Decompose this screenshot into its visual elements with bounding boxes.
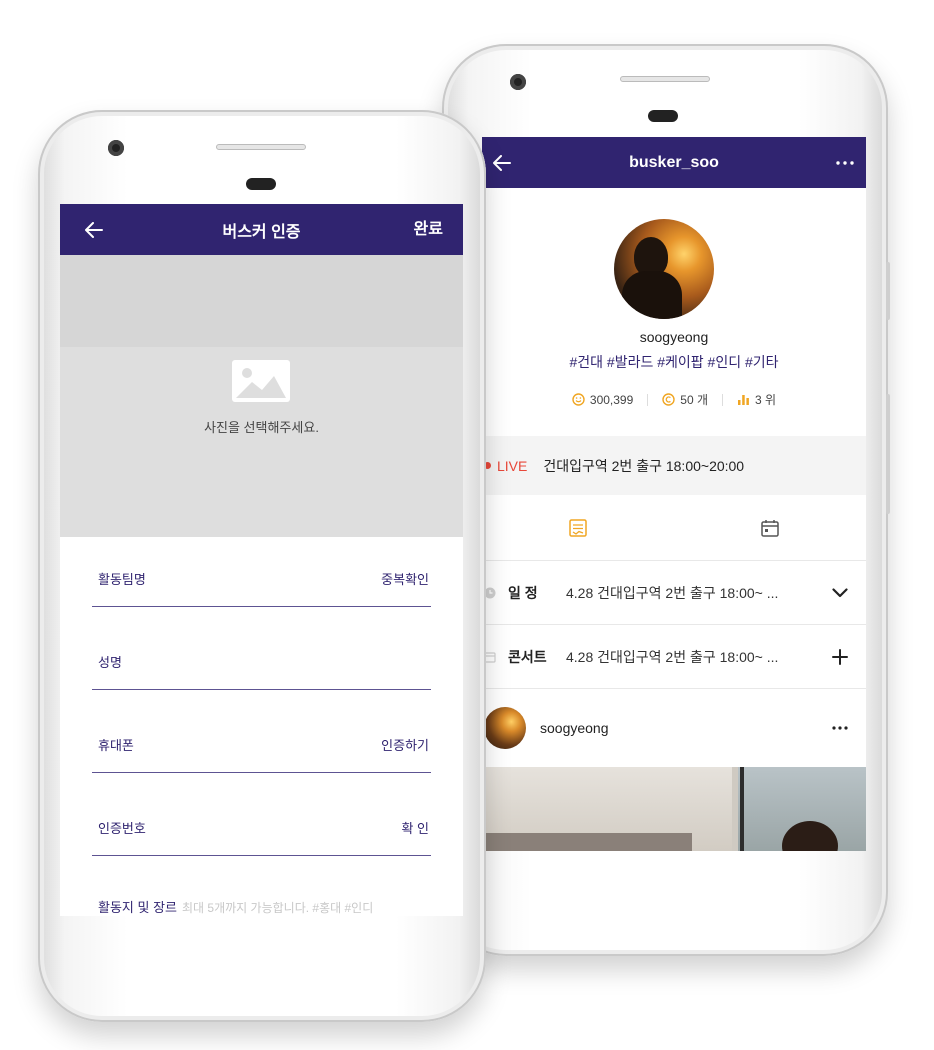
profile-avatar[interactable] [614,219,714,319]
speaker-grille [620,76,710,82]
chevron-down-icon[interactable] [832,561,848,625]
live-info: 건대입구역 2번 출구 18:00~20:00 [543,457,745,474]
stat-divider [722,393,724,406]
rank-stat: 3 위 [737,391,776,408]
coins-stat: 50 개 [662,391,708,408]
post-more-icon[interactable] [832,689,848,767]
tab-calendar[interactable] [674,495,866,560]
phone-label: 휴대폰 [98,738,134,753]
profile-username: soogyeong [639,329,709,345]
profile-title: busker_soo [629,153,719,171]
back-arrow-icon[interactable] [74,204,114,255]
front-camera [510,74,526,90]
earpiece [648,110,678,122]
volume-button [886,262,890,320]
post-header: soogyeong [482,689,866,767]
verification-code-label: 인증번호 [98,821,146,836]
fans-count: 300,399 [589,392,634,407]
verification-code-field[interactable]: 인증번호 확 인 [92,773,431,856]
area-genre-field[interactable]: 활동지 및 장르 최대 5개까지 가능합니다. #홍대 #인디 [92,856,431,916]
feed-icon [569,518,587,537]
right-phone: busker_soo soogyeong #건대 #발라드 #케이팝 #인디 #… [442,44,890,956]
auth-title: 버스커 인증 [222,223,301,241]
fans-stat: 300,399 [572,393,633,407]
rank-value: 3 위 [755,393,777,407]
photo-picker[interactable]: 사진을 선택해주세요. [60,255,463,537]
confirm-button[interactable]: 확 인 [401,818,429,837]
profile-tags: #건대 #발라드 #케이팝 #인디 #기타 [569,354,779,370]
post-photo[interactable] [482,767,866,851]
phone-field[interactable]: 휴대폰 인증하기 [92,690,431,773]
verify-request-button[interactable]: 인증하기 [381,735,429,754]
profile-tabs [482,495,866,561]
profile-section: soogyeong #건대 #발라드 #케이팝 #인디 #기타 300,399 … [482,188,866,436]
calendar-icon [761,519,779,537]
post-author-name[interactable]: soogyeong [540,720,609,736]
profile-stats: 300,399 50 개 3 위 [482,391,866,408]
schedule-row[interactable]: 일 정 4.28 건대입구역 2번 출구 18:00~ ... [482,561,866,625]
coin-icon [662,393,675,406]
live-label: LIVE [497,457,528,474]
earpiece [246,178,276,190]
back-arrow-icon[interactable] [482,137,522,188]
speaker-grille [216,144,306,150]
left-phone: 버스커 인증 완료 사진을 선택해주세요. 활동팀명 중복확인 성명 휴대폰 인… [38,110,486,1022]
name-label: 성명 [98,655,122,670]
duplicate-check-button[interactable]: 중복확인 [381,569,429,588]
coins-count: 50 개 [680,393,709,407]
power-button [886,394,890,514]
concert-text: 4.28 건대입구역 2번 출구 18:00~ ... [566,648,779,665]
schedule-text: 4.28 건대입구역 2번 출구 18:00~ ... [566,584,779,601]
profile-header: busker_soo [482,137,866,188]
auth-header: 버스커 인증 완료 [60,204,463,255]
smile-icon [572,393,585,406]
post-author-avatar[interactable] [484,707,526,749]
photo-hint: 사진을 선택해주세요. [204,420,319,435]
bar-chart-icon [738,395,749,405]
done-button[interactable]: 완료 [414,204,443,255]
live-banner[interactable]: LIVE 건대입구역 2번 출구 18:00~20:00 [482,436,866,495]
plus-icon[interactable] [832,625,848,689]
team-name-label: 활동팀명 [98,572,146,587]
busker-auth-screen: 버스커 인증 완료 사진을 선택해주세요. 활동팀명 중복확인 성명 휴대폰 인… [60,204,463,916]
image-placeholder-icon [232,360,290,402]
more-options-icon[interactable] [836,137,854,188]
stat-divider [647,393,649,406]
concert-row[interactable]: 콘서트 4.28 건대입구역 2번 출구 18:00~ ... [482,625,866,689]
profile-screen: busker_soo soogyeong #건대 #발라드 #케이팝 #인디 #… [482,137,866,851]
team-name-field[interactable]: 활동팀명 중복확인 [92,537,431,607]
area-genre-placeholder: 최대 5개까지 가능합니다. #홍대 #인디 [182,901,374,915]
name-field[interactable]: 성명 [92,607,431,690]
tab-feed[interactable] [482,495,674,560]
concert-label: 콘서트 [508,648,547,665]
area-genre-label: 활동지 및 장르 [98,900,177,915]
schedule-label: 일 정 [508,584,538,601]
front-camera [108,140,124,156]
